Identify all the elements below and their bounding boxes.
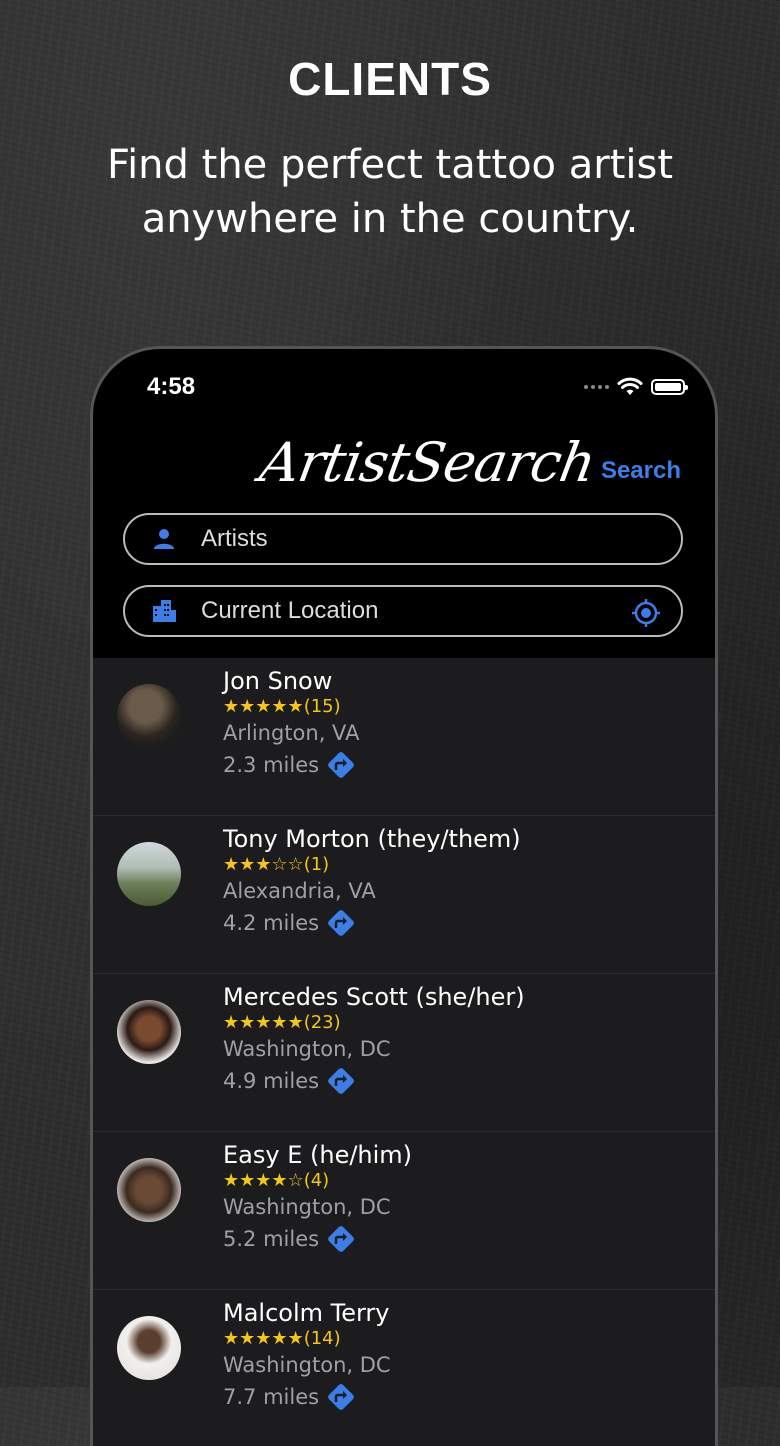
list-item[interactable]: Malcolm Terry ★★★★★(14) Washington, DC 7… bbox=[93, 1290, 715, 1446]
artist-location: Alexandria, VA bbox=[223, 879, 376, 903]
artist-location: Washington, DC bbox=[223, 1195, 391, 1219]
list-item[interactable]: Mercedes Scott (she/her) ★★★★★(23) Washi… bbox=[93, 974, 715, 1132]
artist-name: Mercedes Scott (she/her) bbox=[223, 983, 525, 1011]
artist-distance: 7.7 miles bbox=[223, 1380, 391, 1414]
artists-field[interactable]: Artists bbox=[123, 513, 683, 565]
directions-icon[interactable] bbox=[325, 749, 357, 781]
promo-subtitle: Find the perfect tattoo artist anywhere … bbox=[106, 142, 674, 242]
avatar bbox=[117, 842, 181, 906]
search-button[interactable]: Search bbox=[601, 457, 681, 485]
directions-icon[interactable] bbox=[325, 1065, 357, 1097]
locate-button[interactable] bbox=[631, 598, 661, 632]
phone-frame: 4:58 ArtistSearch Search Artists Current… bbox=[90, 346, 718, 1446]
artist-name: Malcolm Terry bbox=[223, 1299, 390, 1327]
avatar bbox=[117, 1316, 181, 1380]
artist-name: Tony Morton (they/them) bbox=[223, 825, 521, 853]
artist-location: Washington, DC bbox=[223, 1353, 391, 1377]
wifi-icon bbox=[617, 377, 643, 395]
artist-distance: 5.2 miles bbox=[223, 1222, 412, 1256]
list-item[interactable]: Easy E (he/him) ★★★★☆(4) Washington, DC … bbox=[93, 1132, 715, 1290]
artist-name: Jon Snow bbox=[223, 667, 333, 695]
list-item[interactable]: Jon Snow ★★★★★(15) Arlington, VA 2.3 mil… bbox=[93, 658, 715, 816]
directions-icon[interactable] bbox=[325, 907, 357, 939]
artists-field-label: Artists bbox=[201, 525, 268, 552]
avatar bbox=[117, 1158, 181, 1222]
artist-location: Arlington, VA bbox=[223, 721, 360, 745]
avatar bbox=[117, 684, 181, 748]
star-rating: ★★★★★(23) bbox=[223, 1012, 341, 1033]
directions-icon[interactable] bbox=[325, 1223, 357, 1255]
battery-icon bbox=[651, 379, 688, 395]
artist-location: Washington, DC bbox=[223, 1037, 391, 1061]
avatar bbox=[117, 1000, 181, 1064]
location-field[interactable]: Current Location bbox=[123, 585, 683, 637]
artist-distance: 4.9 miles bbox=[223, 1064, 525, 1098]
directions-icon[interactable] bbox=[325, 1381, 357, 1413]
artist-distance: 4.2 miles bbox=[223, 906, 521, 940]
list-item[interactable]: Tony Morton (they/them) ★★★☆☆(1) Alexand… bbox=[93, 816, 715, 974]
promo-title: CLIENTS bbox=[288, 53, 492, 105]
star-rating: ★★★☆☆(1) bbox=[223, 854, 330, 875]
status-icons bbox=[584, 377, 688, 397]
city-icon bbox=[147, 598, 181, 624]
artist-list: Jon Snow ★★★★★(15) Arlington, VA 2.3 mil… bbox=[93, 658, 715, 1446]
artist-distance: 2.3 miles bbox=[223, 748, 359, 782]
artist-name: Easy E (he/him) bbox=[223, 1141, 413, 1169]
crosshair-icon bbox=[632, 599, 660, 627]
location-field-label: Current Location bbox=[201, 597, 379, 624]
status-time: 4:58 bbox=[147, 373, 196, 400]
star-rating: ★★★★★(15) bbox=[223, 696, 341, 717]
signal-icon bbox=[584, 385, 609, 389]
app-logo: ArtistSearch bbox=[255, 431, 600, 494]
person-icon bbox=[147, 527, 181, 551]
star-rating: ★★★★☆(4) bbox=[223, 1170, 330, 1191]
star-rating: ★★★★★(14) bbox=[223, 1328, 341, 1349]
